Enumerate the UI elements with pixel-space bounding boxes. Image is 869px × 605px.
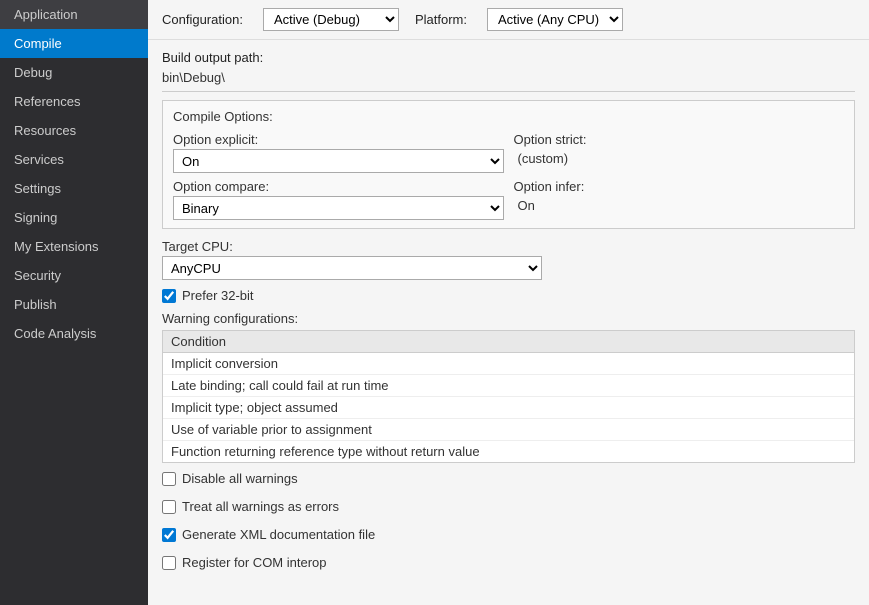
compile-options-section: Compile Options: Option explicit: On Off… [162,100,855,229]
sidebar-label-resources: Resources [14,123,76,138]
warning-table-header: Condition [163,331,854,353]
main-panel: Configuration: Active (Debug) Debug Rele… [148,0,869,605]
sidebar-label-security: Security [14,268,61,283]
prefer-32bit-row: Prefer 32-bit [162,288,855,303]
sidebar-label-services: Services [14,152,64,167]
sidebar-item-signing[interactable]: Signing [0,203,148,232]
table-row: Late binding; call could fail at run tim… [163,375,854,397]
build-output-row: Build output path: bin\Debug\ [162,50,855,92]
disable-all-checkbox[interactable] [162,472,176,486]
build-output-value: bin\Debug\ [162,68,855,92]
sidebar-item-compile[interactable]: Compile [0,29,148,58]
option-strict-label: Option strict: [514,132,845,147]
option-infer-group: Option infer: On [514,179,845,220]
sidebar-label-application: Application [14,7,78,22]
option-explicit-label: Option explicit: [173,132,504,147]
option-compare-group: Option compare: Binary Text [173,179,504,220]
compile-options-title: Compile Options: [173,109,844,124]
table-row: Use of variable prior to assignment [163,419,854,441]
option-strict-value: (custom) [514,149,845,168]
sidebar-item-code-analysis[interactable]: Code Analysis [0,319,148,348]
register-com-checkbox[interactable] [162,556,176,570]
sidebar-item-references[interactable]: References [0,87,148,116]
sidebar-item-security[interactable]: Security [0,261,148,290]
treat-errors-row: Treat all warnings as errors [162,499,855,514]
disable-all-row: Disable all warnings [162,471,855,486]
table-row: Implicit conversion [163,353,854,375]
table-row: Implicit type; object assumed [163,397,854,419]
build-output-label: Build output path: [162,50,855,65]
sidebar-item-application[interactable]: Application [0,0,148,29]
sidebar-label-references: References [14,94,80,109]
sidebar-label-debug: Debug [14,65,52,80]
option-compare-label: Option compare: [173,179,504,194]
option-strict-group: Option strict: (custom) [514,132,845,173]
prefer-32bit-checkbox[interactable] [162,289,176,303]
target-cpu-label: Target CPU: [162,239,855,254]
sidebar-label-publish: Publish [14,297,57,312]
sidebar-label-settings: Settings [14,181,61,196]
sidebar: Application Compile Debug References Res… [0,0,148,605]
option-explicit-select[interactable]: On Off [173,149,504,173]
disable-all-label: Disable all warnings [182,471,298,486]
register-com-label: Register for COM interop [182,555,327,570]
sidebar-item-resources[interactable]: Resources [0,116,148,145]
generate-xml-row: Generate XML documentation file [162,527,855,542]
treat-errors-checkbox[interactable] [162,500,176,514]
target-cpu-select[interactable]: AnyCPU x86 x64 Itanium [162,256,542,280]
option-infer-label: Option infer: [514,179,845,194]
sidebar-label-code-analysis: Code Analysis [14,326,96,341]
sidebar-item-debug[interactable]: Debug [0,58,148,87]
platform-select[interactable]: Active (Any CPU) Any CPU x86 x64 [487,8,623,31]
configuration-label: Configuration: [162,12,243,27]
config-bar: Configuration: Active (Debug) Debug Rele… [148,0,869,40]
table-row: Function returning reference type withou… [163,441,854,462]
sidebar-item-services[interactable]: Services [0,145,148,174]
sidebar-item-settings[interactable]: Settings [0,174,148,203]
register-com-row: Register for COM interop [162,555,855,570]
warning-config-section: Warning configurations: Condition Implic… [162,311,855,463]
content-area: Build output path: bin\Debug\ Compile Op… [148,40,869,605]
option-infer-value: On [514,196,845,215]
sidebar-label-compile: Compile [14,36,62,51]
sidebar-label-signing: Signing [14,210,57,225]
sidebar-item-publish[interactable]: Publish [0,290,148,319]
treat-errors-label: Treat all warnings as errors [182,499,339,514]
configuration-select[interactable]: Active (Debug) Debug Release All Configu… [263,8,399,31]
option-compare-select[interactable]: Binary Text [173,196,504,220]
platform-label: Platform: [415,12,467,27]
target-cpu-row: Target CPU: AnyCPU x86 x64 Itanium [162,239,855,280]
prefer-32bit-label: Prefer 32-bit [182,288,254,303]
option-explicit-group: Option explicit: On Off [173,132,504,173]
generate-xml-checkbox[interactable] [162,528,176,542]
options-grid: Option explicit: On Off Option strict: (… [173,132,844,220]
generate-xml-label: Generate XML documentation file [182,527,375,542]
bottom-checkboxes: Disable all warnings Treat all warnings … [162,471,855,578]
sidebar-item-my-extensions[interactable]: My Extensions [0,232,148,261]
warning-config-label: Warning configurations: [162,311,855,326]
warning-table: Condition Implicit conversion Late bindi… [162,330,855,463]
sidebar-label-my-extensions: My Extensions [14,239,99,254]
